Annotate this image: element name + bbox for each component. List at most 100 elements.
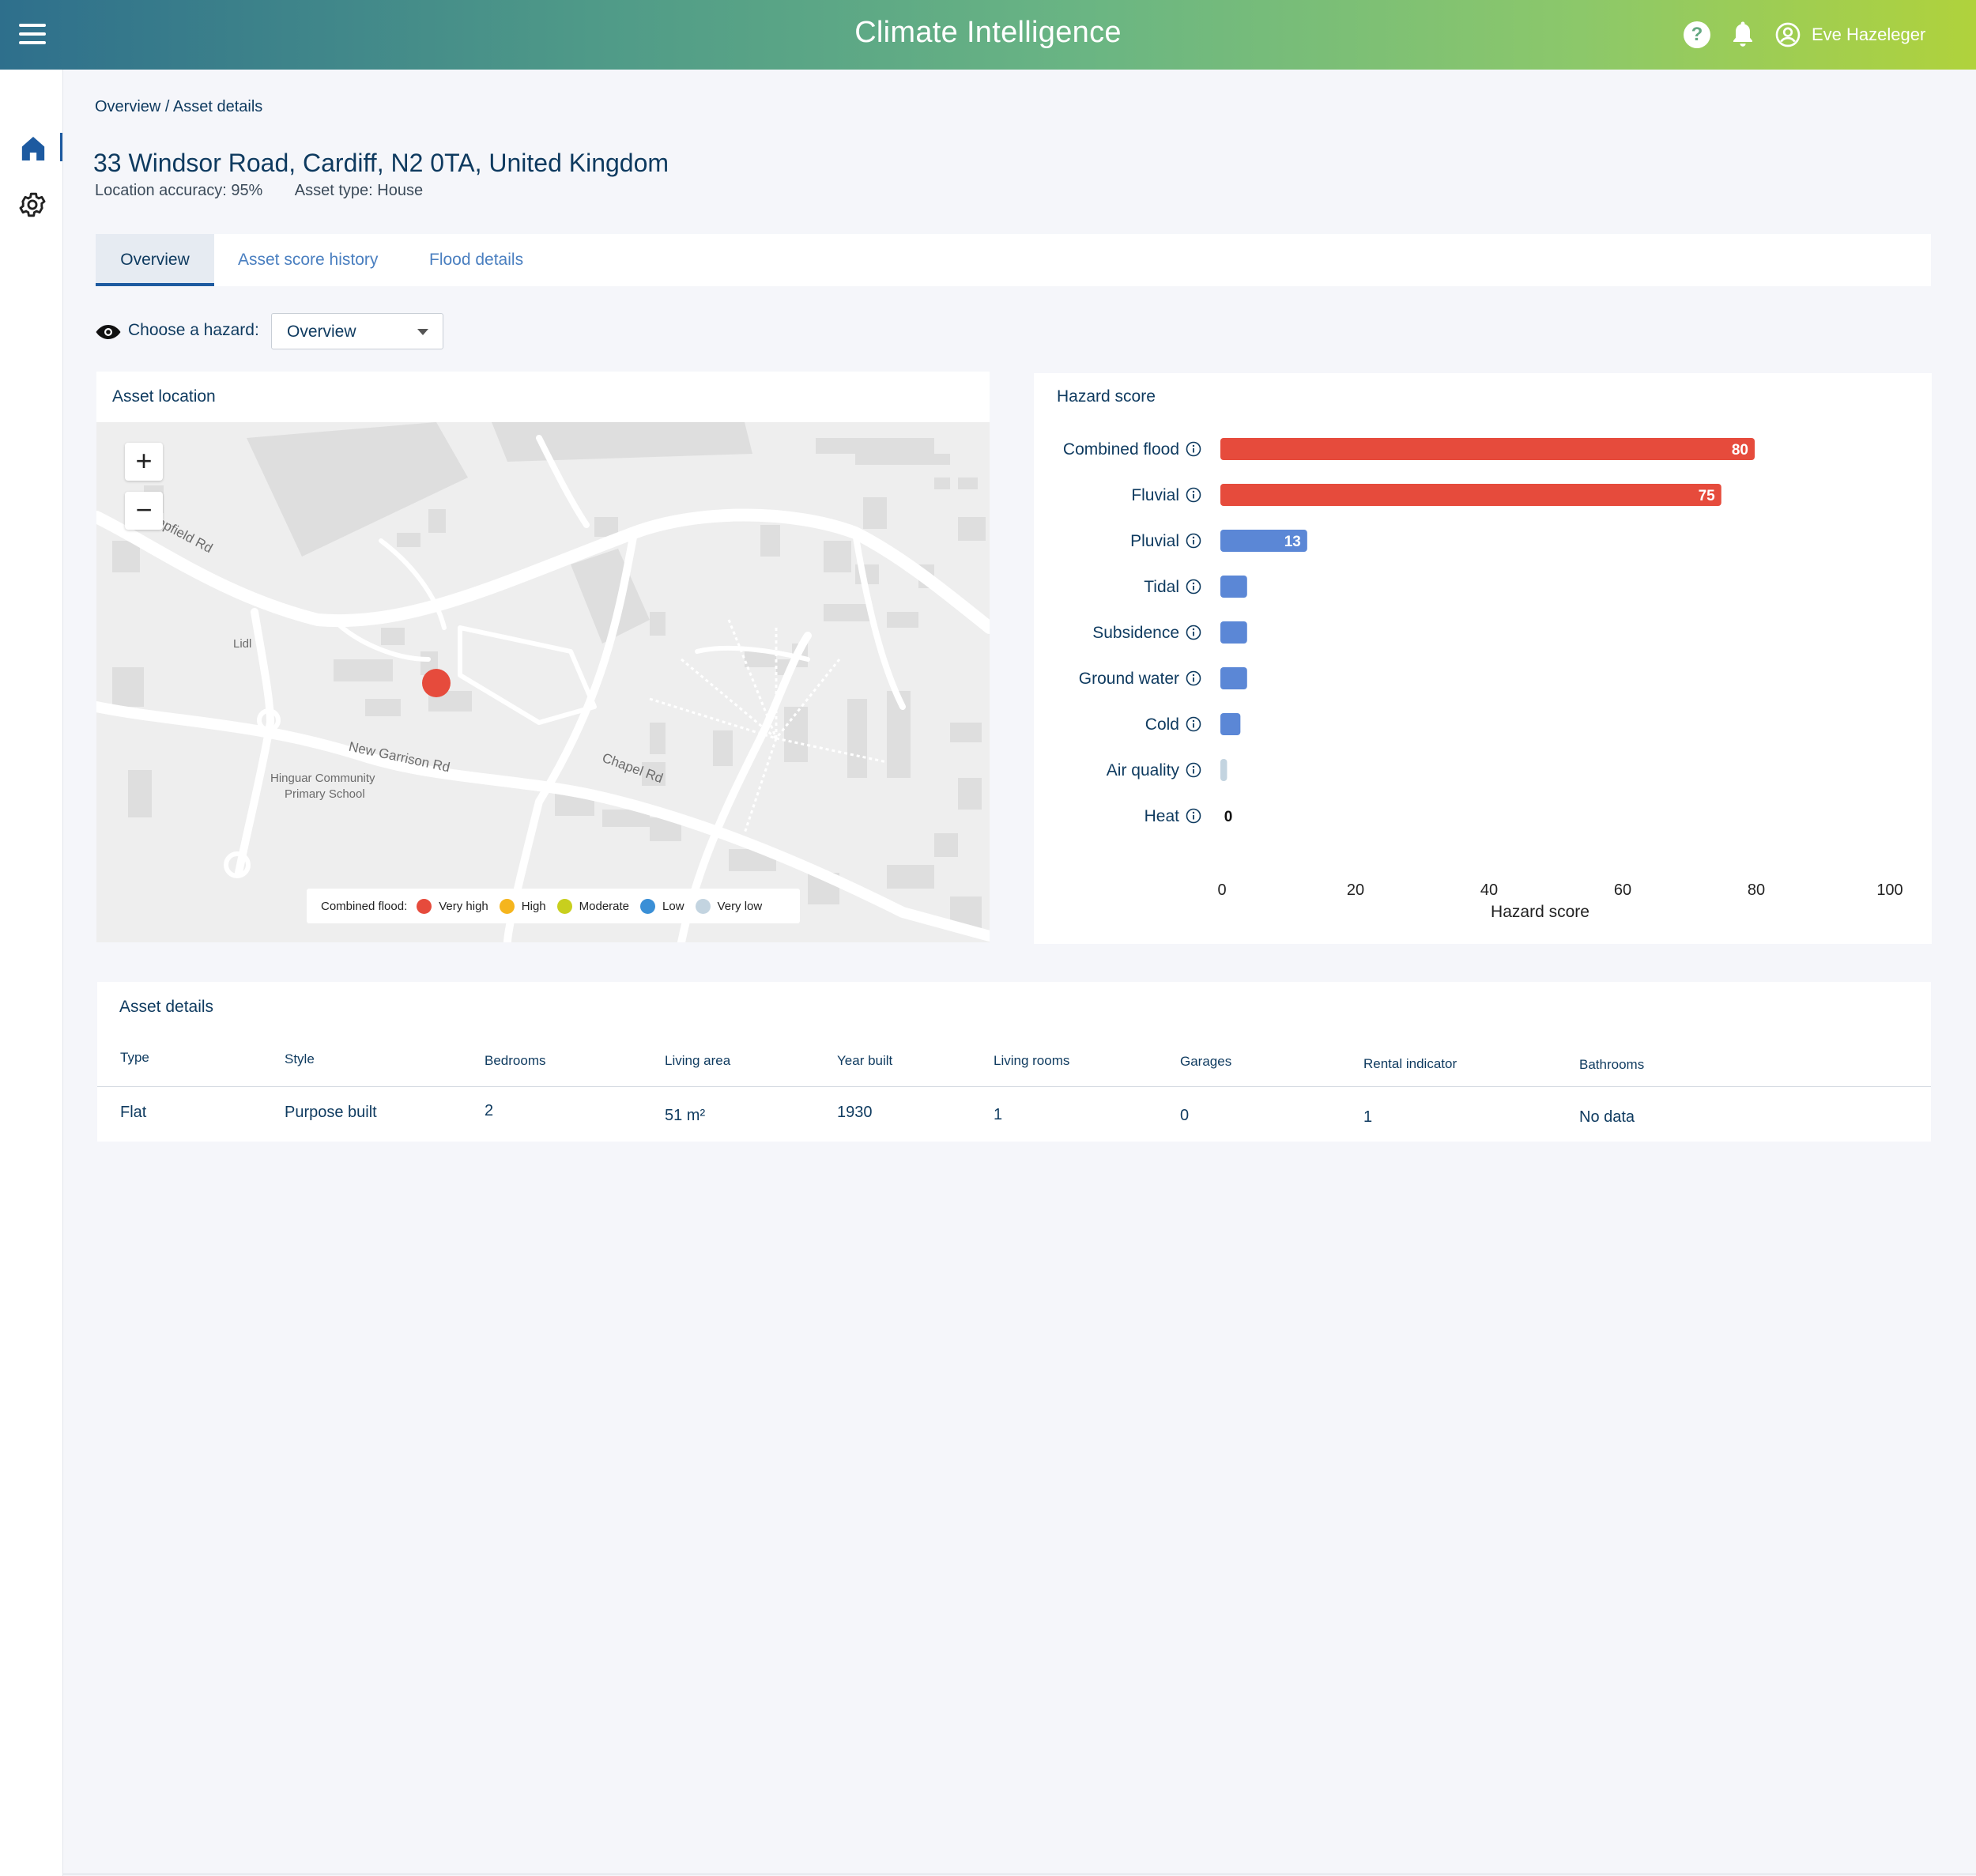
eye-icon bbox=[96, 325, 121, 339]
tab-asset-score-history[interactable]: Asset score history bbox=[238, 234, 378, 286]
table-divider bbox=[97, 1086, 1931, 1087]
map-background bbox=[96, 422, 990, 942]
hazard-select-value: Overview bbox=[287, 323, 356, 341]
column-header-bathrooms: Bathrooms bbox=[1579, 1057, 1645, 1072]
info-icon-dot bbox=[1192, 628, 1195, 631]
user-account-icon[interactable] bbox=[1775, 22, 1801, 47]
cell-type: Flat bbox=[120, 1104, 147, 1121]
cell-garages: 0 bbox=[1180, 1107, 1190, 1124]
column-header-type: Type bbox=[120, 1050, 149, 1065]
cell-bedrooms: 2 bbox=[485, 1102, 494, 1119]
legend-item: Very low bbox=[695, 898, 763, 914]
category-label: Heat bbox=[1144, 807, 1180, 825]
cell-bathrooms: No data bbox=[1579, 1108, 1635, 1126]
user-name[interactable]: Eve Hazeleger bbox=[1812, 25, 1925, 45]
info-icon-dot bbox=[1192, 811, 1195, 814]
tab-bar: Overview Asset score history Flood detai… bbox=[96, 234, 1931, 286]
x-tick-label: 60 bbox=[1614, 881, 1631, 899]
hazard-chooser-label: Choose a hazard: bbox=[128, 321, 259, 339]
hazard-score-card: Hazard score Combined flood 80 Fluvial 75 Pl… bbox=[1034, 373, 1932, 944]
info-icon-dot bbox=[1192, 536, 1195, 539]
gear-icon[interactable] bbox=[17, 190, 47, 220]
bell-icon[interactable] bbox=[1729, 19, 1757, 51]
bar bbox=[1220, 576, 1247, 598]
category-label: Ground water bbox=[1079, 670, 1179, 688]
asset-location-title: Asset location bbox=[112, 387, 216, 406]
hazard-select[interactable]: Overview bbox=[271, 313, 443, 349]
bar bbox=[1220, 621, 1247, 644]
page-title: 33 Windsor Road, Cardiff, N2 0TA, United… bbox=[93, 149, 669, 177]
x-tick-label: 80 bbox=[1748, 881, 1765, 899]
legend-dot bbox=[695, 898, 711, 914]
zoom-in-button[interactable]: + bbox=[125, 443, 163, 481]
info-icon-dot bbox=[1192, 444, 1195, 447]
legend-dot bbox=[556, 898, 572, 914]
sidebar bbox=[0, 70, 63, 1876]
active-nav-indicator bbox=[60, 133, 62, 161]
cell-living-area: 51 m² bbox=[665, 1107, 706, 1124]
x-axis-label: Hazard score bbox=[1491, 903, 1589, 921]
chevron-down-icon bbox=[417, 329, 428, 335]
column-header-bedrooms: Bedrooms bbox=[485, 1053, 546, 1068]
legend-dot bbox=[417, 898, 432, 914]
place-label-school: Primary School bbox=[285, 787, 365, 801]
app-title: Climate Intelligence bbox=[854, 16, 1122, 49]
map[interactable]: ampfield Rd Lidl New Garrison Rd Chapel … bbox=[96, 422, 990, 942]
category-label: Air quality bbox=[1107, 761, 1180, 779]
category-label: Cold bbox=[1145, 715, 1179, 734]
breadcrumb[interactable]: Overview / Asset details bbox=[95, 98, 262, 116]
legend-label: Very low bbox=[717, 899, 763, 913]
legend-label: High bbox=[521, 899, 546, 913]
info-icon-dot bbox=[1192, 719, 1195, 723]
x-tick-label: 0 bbox=[1217, 881, 1226, 899]
x-tick-label: 100 bbox=[1876, 881, 1902, 899]
bar bbox=[1220, 667, 1247, 689]
column-header-year-built: Year built bbox=[837, 1053, 893, 1068]
asset-location-card: Asset location ampfield Rd Lidl New Garr… bbox=[96, 372, 990, 942]
legend-dot bbox=[640, 898, 656, 914]
cell-living-rooms: 1 bbox=[994, 1106, 1003, 1123]
bar-value-label: 80 bbox=[1732, 442, 1748, 459]
asset-details-title: Asset details bbox=[119, 998, 214, 1016]
tab-flood-details[interactable]: Flood details bbox=[429, 234, 523, 286]
column-header-living-rooms: Living rooms bbox=[994, 1053, 1070, 1068]
legend-item: High bbox=[499, 898, 546, 914]
info-icon-dot bbox=[1192, 582, 1195, 585]
info-icon-dot bbox=[1192, 765, 1195, 768]
place-label-lidl: Lidl bbox=[233, 637, 252, 651]
column-header-style: Style bbox=[285, 1051, 315, 1066]
bar bbox=[1220, 713, 1241, 735]
category-label: Pluvial bbox=[1130, 532, 1179, 550]
legend-label: Low bbox=[662, 899, 684, 913]
legend-dot bbox=[499, 898, 515, 914]
bar-value-label: 13 bbox=[1284, 534, 1301, 550]
legend-title: Combined flood: bbox=[321, 899, 408, 913]
legend-label: Very high bbox=[439, 899, 488, 913]
help-icon[interactable]: ? bbox=[1684, 21, 1710, 48]
legend-item: Very high bbox=[417, 898, 488, 914]
hamburger-menu-icon[interactable] bbox=[19, 24, 46, 44]
top-bar: Climate Intelligence ? Eve Hazeleger bbox=[0, 0, 1976, 70]
home-icon[interactable] bbox=[17, 133, 49, 164]
zoom-out-button[interactable]: − bbox=[125, 492, 163, 530]
category-label: Tidal bbox=[1144, 578, 1179, 596]
info-icon-dot bbox=[1192, 490, 1195, 493]
place-label-school: Hinguar Community bbox=[270, 772, 375, 785]
legend-label: Moderate bbox=[579, 899, 630, 913]
hazard-score-chart: Combined flood 80 Fluvial 75 Pluvial 13 Tidal S… bbox=[1063, 438, 1903, 921]
cell-year-built: 1930 bbox=[837, 1104, 873, 1121]
bar bbox=[1220, 438, 1755, 460]
tab-overview[interactable]: Overview bbox=[96, 234, 214, 286]
bar-value-label: 0 bbox=[1224, 809, 1233, 825]
x-tick-label: 20 bbox=[1347, 881, 1364, 899]
bar bbox=[1220, 484, 1721, 506]
location-accuracy: Location accuracy: 95% bbox=[95, 182, 263, 199]
column-header-rental-indicator: Rental indicator bbox=[1363, 1056, 1457, 1071]
column-header-living-area: Living area bbox=[665, 1053, 731, 1068]
cell-style: Purpose built bbox=[285, 1104, 377, 1121]
x-tick-label: 40 bbox=[1480, 881, 1498, 899]
bar bbox=[1220, 759, 1227, 781]
legend-item: Moderate bbox=[556, 898, 630, 914]
cell-rental-indicator: 1 bbox=[1363, 1108, 1373, 1126]
asset-marker[interactable] bbox=[422, 669, 451, 697]
